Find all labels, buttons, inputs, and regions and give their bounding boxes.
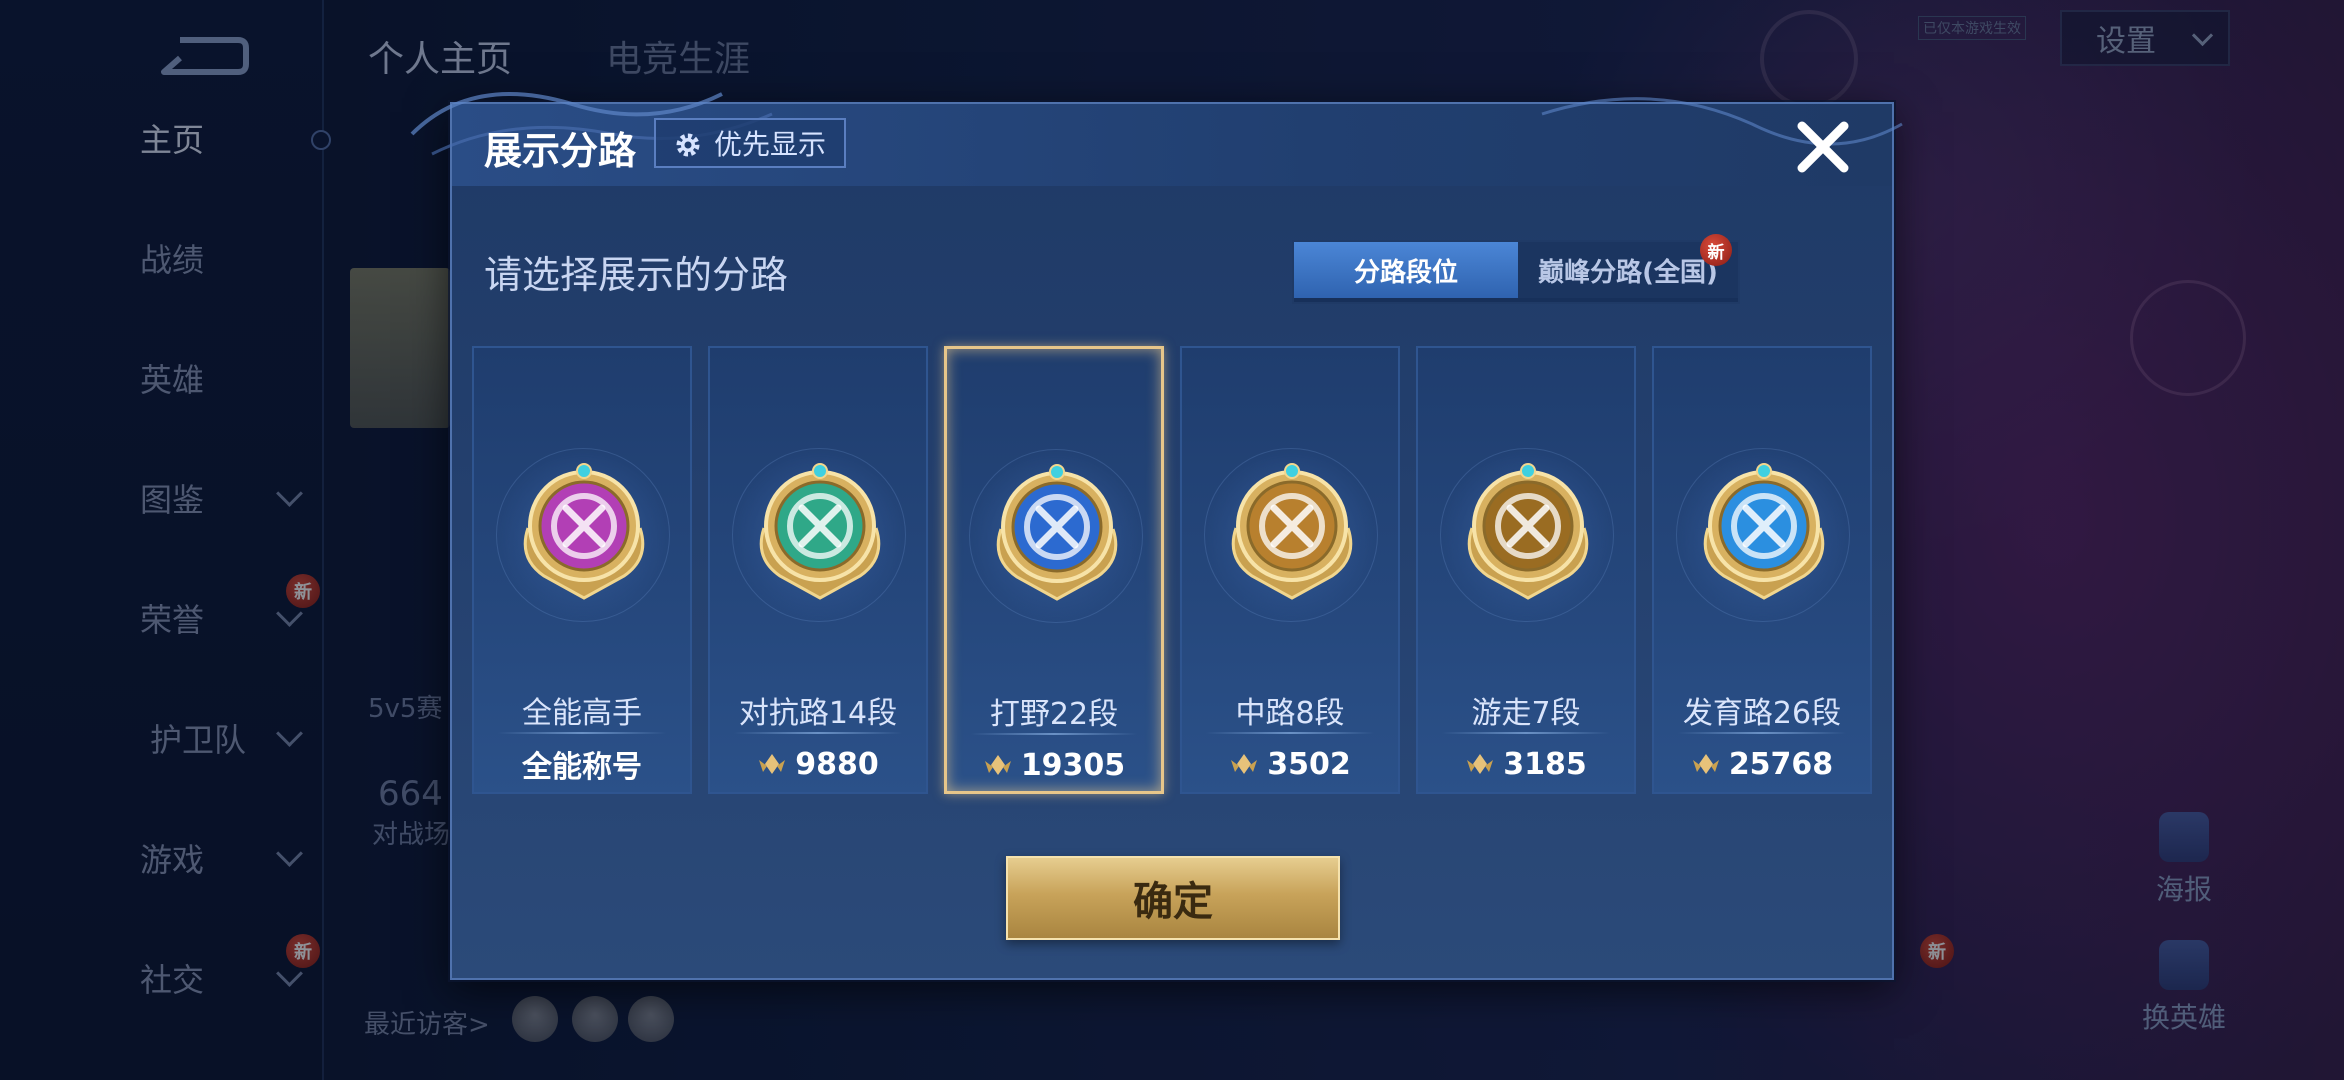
lane-display-dialog: 展示分路 优先显示 请选择展示的分路 分路段位 巅峰分路(全国) 新 全能高手全… [410,92,1903,980]
lane-card-name: 全能高手 [522,696,642,731]
rank-points-icon [1467,754,1494,774]
lane-card[interactable]: 打野22段 19305 [944,346,1164,794]
dialog-subtitle: 请选择展示的分路 [484,253,789,297]
divider [1442,732,1610,734]
lane-card-name: 发育路26段 [1682,696,1842,731]
lane-card-score: 3502 [1267,746,1351,782]
priority-display-label: 优先显示 [714,128,827,161]
lane-card-score-row: 9880 [710,744,926,784]
lane-card-score-row: 3502 [1182,744,1398,784]
lane-card-score-row: 3185 [1418,744,1634,784]
lane-card-score-row: 19305 [947,745,1161,785]
close-icon[interactable] [1794,118,1852,176]
tab-lane-rank[interactable]: 分路段位 [1294,242,1518,298]
lane-card-name: 游走7段 [1471,696,1581,731]
jungle-emblem-icon [996,464,1118,601]
dialog-title: 展示分路 [484,129,637,173]
lane-card[interactable]: 游走7段 3185 [1416,346,1636,794]
lane-type-toggle: 分路段位 巅峰分路(全国) 新 [1292,234,1740,304]
lane-card-name: 打野22段 [989,697,1119,732]
tab-peak-lane[interactable]: 巅峰分路(全国) 新 [1518,234,1738,298]
allround-emblem-icon [523,463,645,600]
lane-card[interactable]: 发育路26段 25768 [1652,346,1872,794]
clash-lane-emblem-icon [759,463,881,600]
swirl-decoration [1541,97,1903,146]
divider [734,732,902,734]
confirm-button[interactable]: 确定 [1006,856,1340,940]
rank-points-icon [1231,754,1258,774]
lane-card-score-row: 全能称号 [474,744,690,785]
gear-icon [676,133,700,157]
lane-card-score-row: 25768 [1654,744,1870,784]
divider [1678,732,1846,734]
roam-emblem-icon [1467,463,1589,600]
mid-lane-emblem-icon [1231,463,1353,600]
lane-card[interactable]: 中路8段 3502 [1180,346,1400,794]
rank-points-icon [759,754,786,774]
tab-peak-lane-label: 巅峰分路(全国) [1538,257,1718,288]
lane-card[interactable]: 对抗路14段 9880 [708,346,928,794]
divider [1206,732,1374,734]
lane-card-score: 3185 [1503,746,1587,782]
new-badge: 新 [1700,234,1732,266]
lane-card-score: 9880 [795,746,879,782]
lane-card-score: 19305 [1020,747,1126,783]
divider [971,733,1137,735]
divider [498,732,666,734]
lane-card-score: 25768 [1728,746,1834,782]
rank-points-icon [1692,754,1719,774]
farm-lane-emblem-icon [1703,463,1825,600]
rank-points-icon [984,755,1011,775]
lane-card[interactable]: 全能高手 全能称号 [472,346,692,794]
lane-card-name: 对抗路14段 [738,696,898,731]
lane-card-name: 中路8段 [1235,696,1345,731]
lane-card-score: 全能称号 [522,750,642,785]
priority-display-button[interactable]: 优先显示 [654,118,847,168]
